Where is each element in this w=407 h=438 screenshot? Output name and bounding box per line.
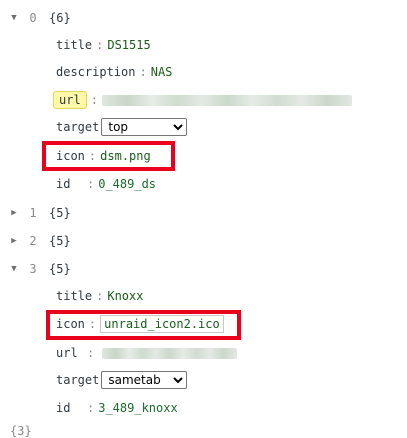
node-count: {5} (49, 262, 71, 276)
field-value[interactable]: NAS (151, 65, 173, 79)
node-index: 3 (29, 262, 37, 276)
triangle-right-icon[interactable]: ▶ (10, 208, 18, 218)
tree-node-0-header[interactable]: ▼ 0 {6} (10, 8, 71, 28)
field-separator: : (87, 177, 95, 191)
field-row-id: id : 0_489_ds (56, 174, 156, 194)
field-key: title (56, 38, 93, 52)
target-select[interactable]: top (101, 118, 188, 136)
field-value[interactable]: DS1515 (107, 38, 150, 52)
field-separator: : (139, 65, 147, 79)
triangle-right-icon[interactable]: ▶ (10, 236, 18, 246)
field-key: id (56, 177, 71, 191)
redacted-url-value[interactable] (102, 347, 238, 359)
field-key: url (56, 346, 78, 360)
field-key-highlighted: url (53, 91, 87, 109)
field-key: title (56, 289, 93, 303)
field-key: target (56, 120, 100, 134)
field-key: id (56, 401, 71, 415)
tree-node-2-header[interactable]: ▶ 2 {5} (10, 231, 71, 251)
field-value[interactable]: 3_489_knoxx (98, 401, 177, 415)
triangle-down-icon[interactable]: ▼ (10, 13, 18, 23)
field-row-id: id : 3_489_knoxx (56, 398, 178, 418)
field-separator: : (90, 93, 98, 107)
target-select[interactable]: sametab (101, 371, 188, 389)
field-row-url: url : (56, 343, 238, 363)
field-key: description (56, 65, 136, 79)
field-value[interactable]: 0_489_ds (98, 177, 156, 191)
node-index: 1 (29, 206, 37, 220)
tree-node-3-header[interactable]: ▼ 3 {5} (10, 259, 71, 279)
field-row-title: title : Knoxx (56, 286, 143, 306)
field-value[interactable]: Knoxx (107, 289, 143, 303)
field-separator: : (87, 401, 95, 415)
field-row-url: url : (53, 90, 352, 110)
highlight-box (46, 310, 241, 340)
node-index: 0 (29, 11, 37, 25)
field-row-target: target top (56, 117, 188, 137)
field-row-title: title : DS1515 (56, 35, 151, 55)
field-key: target (56, 373, 100, 387)
tree-node-1-header[interactable]: ▶ 1 {5} (10, 203, 71, 223)
node-count: {5} (49, 234, 71, 248)
node-count: {5} (49, 206, 71, 220)
tree-node-cutoff: {3} (10, 424, 32, 438)
field-row-target: target sametab (56, 370, 188, 390)
highlight-box (42, 141, 175, 171)
redacted-url-value[interactable] (101, 94, 352, 106)
node-count: {6} (49, 11, 71, 25)
field-separator: : (96, 289, 104, 303)
node-index: 2 (29, 234, 37, 248)
field-row-description: description : NAS (56, 62, 172, 82)
field-separator: : (87, 346, 95, 360)
node-count: {3} (10, 424, 32, 438)
field-separator: : (96, 38, 104, 52)
triangle-down-icon[interactable]: ▼ (10, 264, 18, 274)
